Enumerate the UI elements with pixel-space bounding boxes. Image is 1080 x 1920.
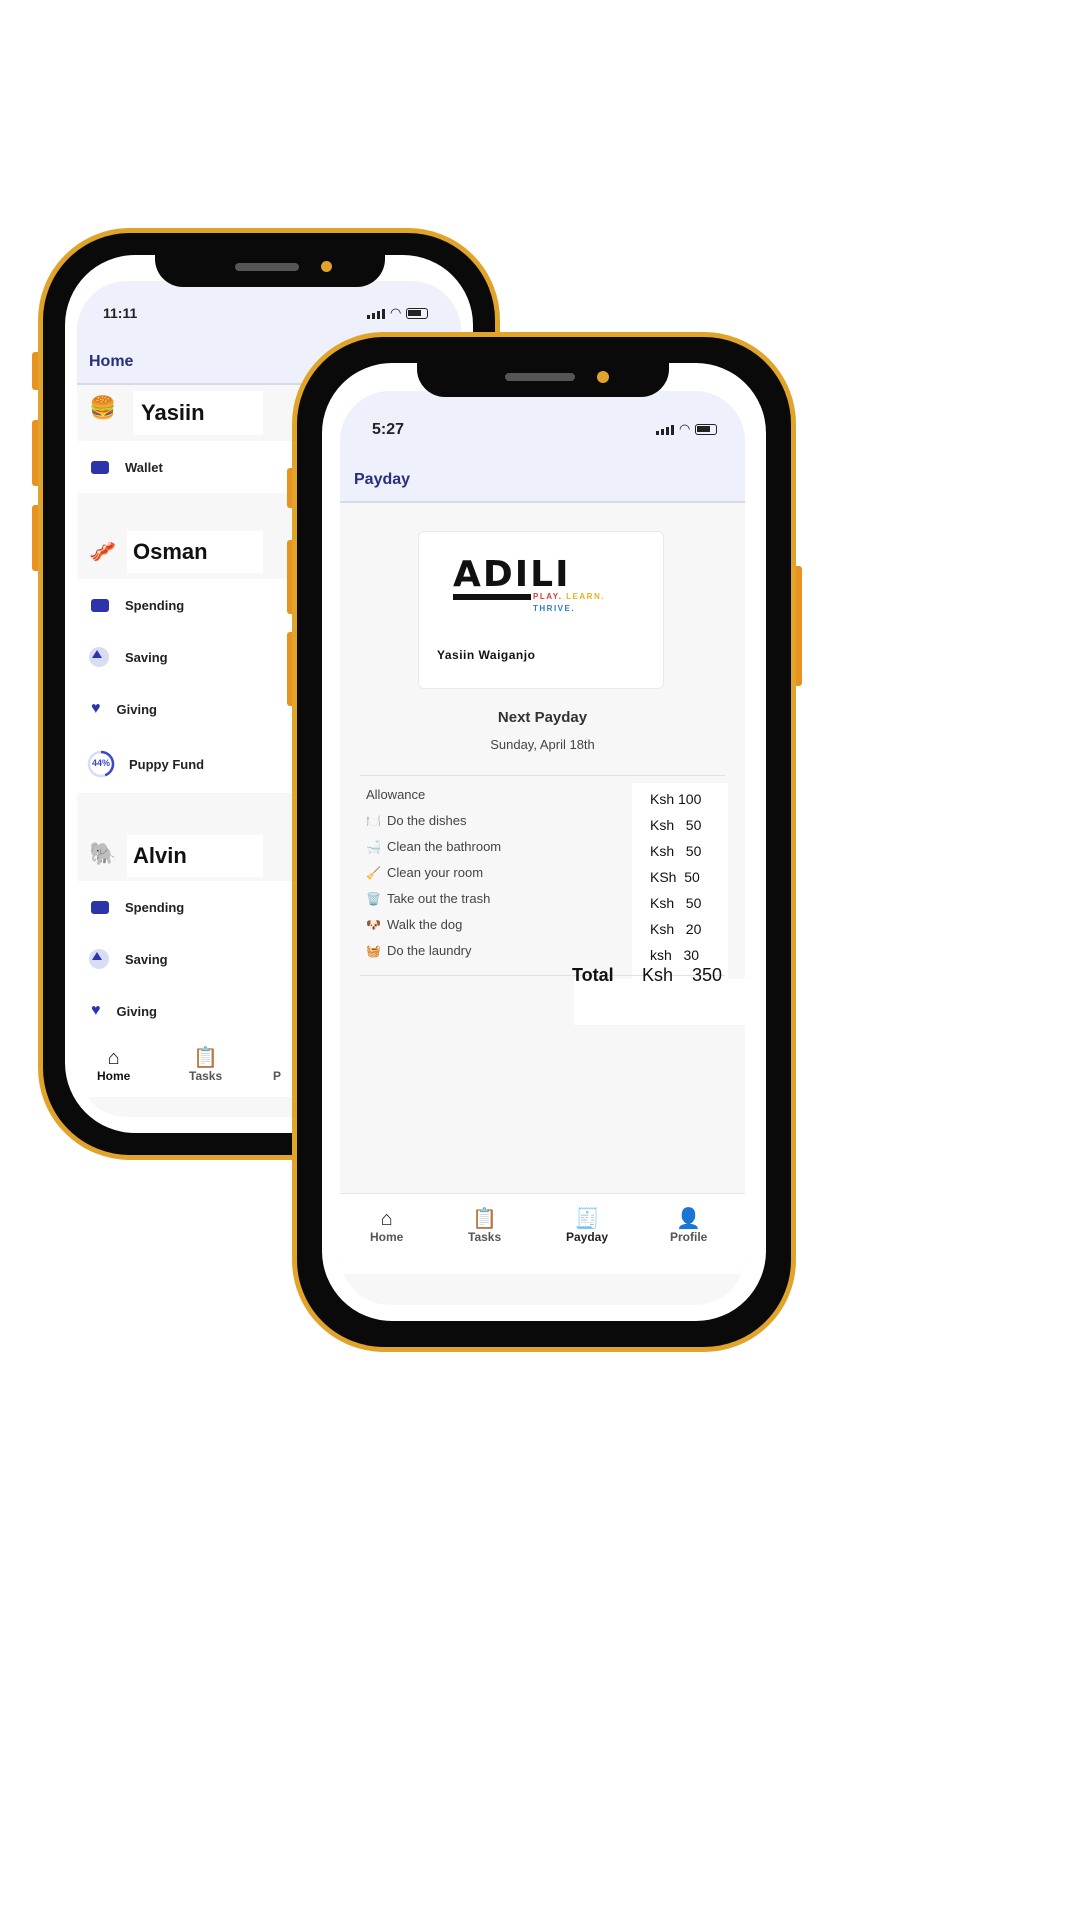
progress-label: 44% (91, 758, 110, 768)
chore-amount: Ksh 100 (650, 791, 702, 807)
chore-row[interactable]: 🍽️ Do the dishes (366, 813, 466, 828)
chore-row[interactable]: 🐶 Walk the dog (366, 917, 462, 932)
chore-label: Take out the trash (386, 891, 491, 906)
chore-amount: ksh 30 (650, 947, 700, 963)
battery-icon (406, 308, 429, 319)
piggy-icon (89, 647, 109, 667)
nav-payday[interactable]: 🧾 Payday (566, 1208, 608, 1244)
person-icon: 👤 (676, 1208, 702, 1230)
battery-icon (695, 424, 718, 435)
logo-underline (453, 594, 531, 600)
wifi-icon: ◠ (390, 305, 402, 320)
nav-profile[interactable]: 👤 Profile (670, 1208, 707, 1244)
total-currency: Ksh (642, 965, 674, 985)
child-name: Osman (127, 531, 263, 573)
chore-amount: KSh 50 (650, 869, 700, 885)
adili-logo: ADILI (453, 554, 571, 595)
heart-icon: ♥ (91, 1002, 101, 1019)
back-phone-notch (155, 255, 385, 287)
logo-tagline-2: THRIVE. (533, 604, 576, 613)
total-label: Total (572, 965, 614, 985)
divider (360, 775, 725, 776)
chore-row[interactable]: 🧹 Clean your room (366, 865, 483, 880)
burger-icon: 🍔 (89, 395, 117, 420)
wifi-icon: ◠ (679, 421, 691, 436)
total-value: 350 (692, 965, 723, 985)
chore-icon: 🧹 (366, 865, 381, 880)
front-phone-app: 5:27 ◠ Payday ADILI PLAY. LEARN. THRIVE.… (340, 391, 745, 1305)
chore-amount: Ksh 50 (650, 895, 702, 911)
chore-label: Do the laundry (386, 943, 472, 958)
camera (321, 261, 332, 272)
chore-icon: 🛁 (366, 839, 381, 854)
status-icons: ◠ (367, 305, 429, 320)
chore-label: Walk the dog (386, 917, 463, 932)
front-phone: 5:27 ◠ Payday ADILI PLAY. LEARN. THRIVE.… (292, 332, 796, 1352)
speaker (505, 373, 575, 381)
chore-icon: 🧺 (366, 943, 381, 958)
speaker (235, 263, 299, 271)
chore-label: Clean the bathroom (386, 839, 502, 854)
wallet-icon (91, 460, 109, 474)
child-name: Alvin (127, 835, 263, 877)
chore-row[interactable]: 🧺 Do the laundry (366, 943, 472, 958)
signal-icon (367, 309, 385, 319)
signal-icon (656, 425, 674, 435)
chore-row[interactable]: 🗑️ Take out the trash (366, 891, 490, 906)
elephant-icon: 🐘 (89, 841, 117, 866)
chore-label: Clean your room (386, 865, 484, 880)
clipboard-icon: 📋 (472, 1208, 498, 1230)
nav-home[interactable]: ⌂ Home (97, 1047, 130, 1083)
next-payday-date: Sunday, April 18th (490, 737, 595, 752)
nav-tasks[interactable]: 📋 Tasks (189, 1047, 222, 1083)
heart-icon: ♥ (91, 700, 101, 717)
chore-icon: 🗑️ (366, 891, 381, 906)
chore-amount: Ksh 50 (650, 817, 702, 833)
chore-label: Allowance (366, 787, 426, 802)
next-payday-title: Next Payday (497, 709, 588, 726)
front-phone-notch (417, 363, 669, 397)
chore-icon: 🐶 (366, 917, 381, 932)
allowance-row[interactable]: Allowance (366, 787, 425, 802)
bottom-nav: ⌂ Home 📋 Tasks 🧾 Payday 👤 Profile (340, 1193, 745, 1274)
card-icon (91, 900, 109, 914)
house-icon: ⌂ (380, 1208, 393, 1230)
chore-amount: Ksh 50 (650, 843, 702, 859)
chore-icon: 🍽️ (366, 813, 381, 828)
progress-ring-icon: 44% (87, 750, 115, 778)
card-child-name: Yasiin Waiganjo (437, 648, 536, 662)
camera (597, 371, 609, 383)
status-time: 5:27 (372, 421, 405, 438)
page-title: Payday (340, 453, 745, 503)
child-card: ADILI PLAY. LEARN. THRIVE. Yasiin Waigan… (418, 531, 664, 689)
child-name: Yasiin (133, 391, 263, 435)
status-time: 11:11 (103, 305, 138, 321)
nav-tasks[interactable]: 📋 Tasks (468, 1208, 501, 1244)
bacon-icon: 🥓 (89, 539, 117, 564)
logo-tagline: PLAY. LEARN. (533, 592, 605, 601)
piggy-icon (89, 949, 109, 969)
chore-amount: Ksh 20 (650, 921, 702, 937)
chore-row[interactable]: 🛁 Clean the bathroom (366, 839, 501, 854)
content-spacer (340, 1031, 745, 1193)
payday-icon: 🧾 (574, 1208, 600, 1230)
front-phone-screen: 5:27 ◠ Payday ADILI PLAY. LEARN. THRIVE.… (322, 363, 766, 1321)
nav-payday[interactable]: P (273, 1069, 281, 1083)
house-icon: ⌂ (107, 1047, 120, 1069)
clipboard-icon: 📋 (193, 1047, 219, 1069)
chore-label: Do the dishes (386, 813, 467, 828)
card-icon (91, 598, 109, 612)
nav-home[interactable]: ⌂ Home (370, 1208, 403, 1244)
status-icons: ◠ (656, 421, 718, 436)
